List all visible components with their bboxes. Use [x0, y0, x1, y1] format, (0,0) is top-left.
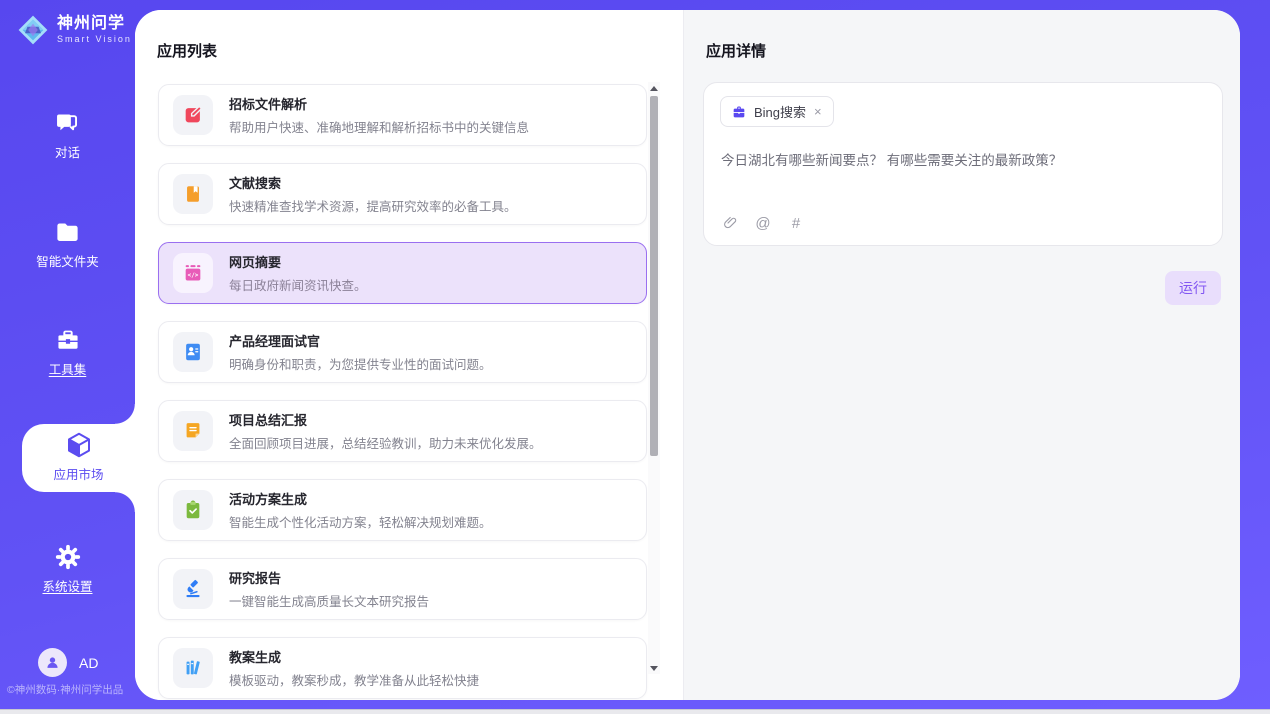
copyright-text: ©神州数码·神州问学出品 — [7, 682, 123, 697]
microscope-icon — [173, 569, 213, 609]
brand-name: 神州问学 — [57, 15, 132, 33]
sidebar-item-settings[interactable]: 系统设置 — [0, 543, 135, 595]
folder-icon — [54, 219, 81, 246]
hash-tag-icon[interactable]: # — [787, 214, 805, 232]
app-card-name: 活动方案生成 — [229, 489, 492, 508]
books-icon — [173, 648, 213, 688]
app-window: 神州问学 Smart Vision 对话 智能文件夹 — [0, 0, 1270, 714]
mention-at-icon[interactable]: @ — [754, 214, 772, 232]
svg-text:</>: </> — [188, 272, 199, 279]
app-card-desc: 帮助用户快速、准确地理解和解析招标书中的关键信息 — [229, 117, 529, 136]
sidebar-item-label: 智能文件夹 — [36, 251, 99, 270]
app-detail-panel: 应用详情 Bing搜索 × 今日湖北有哪些新闻要点？ 有哪些需要关 — [683, 10, 1240, 700]
user-account[interactable]: AD — [38, 648, 98, 677]
interview-document-icon — [173, 332, 213, 372]
chip-close-icon[interactable]: × — [813, 105, 823, 118]
book-icon — [173, 174, 213, 214]
note-icon — [173, 411, 213, 451]
app-card-name: 招标文件解析 — [229, 94, 529, 113]
app-card-name: 项目总结汇报 — [229, 410, 542, 429]
run-button[interactable]: 运行 — [1165, 271, 1221, 305]
query-input-card: Bing搜索 × 今日湖北有哪些新闻要点？ 有哪些需要关注的最新政策？ @ # — [703, 82, 1223, 246]
app-card-name: 网页摘要 — [229, 252, 367, 271]
app-card-name: 文献搜索 — [229, 173, 517, 192]
brand: 神州问学 Smart Vision — [17, 14, 132, 46]
attachment-toolbar: @ # — [721, 214, 805, 232]
sidebar-item-label: 工具集 — [49, 359, 87, 378]
app-card-desc: 快速精准查找学术资源，提高研究效率的必备工具。 — [229, 196, 517, 215]
brand-subtitle: Smart Vision — [57, 35, 132, 45]
app-card-literature-search[interactable]: 文献搜索 快速精准查找学术资源，提高研究效率的必备工具。 — [158, 163, 647, 225]
app-card-research-report[interactable]: 研究报告 一键智能生成高质量长文本研究报告 — [158, 558, 647, 620]
list-scrollbar — [648, 82, 660, 674]
cube-icon — [64, 430, 94, 460]
scrollbar-down-arrow-icon[interactable] — [648, 662, 660, 674]
app-card-list: 招标文件解析 帮助用户快速、准确地理解和解析招标书中的关键信息 文献搜索 快速精… — [158, 84, 647, 699]
app-card-desc: 每日政府新闻资讯快查。 — [229, 275, 367, 294]
main-panel: 应用列表 招标文件解析 帮助用户快速、准确地理解和解析招标书中的关键信息 — [135, 10, 1240, 700]
app-card-bid-analysis[interactable]: 招标文件解析 帮助用户快速、准确地理解和解析招标书中的关键信息 — [158, 84, 647, 146]
paperclip-icon[interactable] — [721, 214, 739, 232]
app-card-desc: 明确身份和职责，为您提供专业性的面试问题。 — [229, 354, 492, 373]
window-bottom-edge — [0, 709, 1270, 714]
app-card-lesson-plan[interactable]: 教案生成 模板驱动，教案秒成，教学准备从此轻松快捷 — [158, 637, 647, 699]
avatar — [38, 648, 67, 677]
gear-icon — [54, 543, 82, 571]
app-list-title: 应用列表 — [157, 40, 217, 61]
app-card-pm-interviewer[interactable]: 产品经理面试官 明确身份和职责，为您提供专业性的面试问题。 — [158, 321, 647, 383]
sidebar-item-smart-folder[interactable]: 智能文件夹 — [0, 219, 135, 270]
sidebar-item-chat[interactable]: 对话 — [0, 110, 135, 161]
app-card-event-plan[interactable]: 活动方案生成 智能生成个性化活动方案，轻松解决规划难题。 — [158, 479, 647, 541]
app-card-web-summary[interactable]: </> 网页摘要 每日政府新闻资讯快查。 — [158, 242, 647, 304]
app-card-desc: 模板驱动，教案秒成，教学准备从此轻松快捷 — [229, 670, 479, 689]
toolbox-icon — [54, 326, 82, 354]
scrollbar-up-arrow-icon[interactable] — [648, 82, 660, 94]
app-card-project-summary[interactable]: 项目总结汇报 全面回顾项目进展，总结经验教训，助力未来优化发展。 — [158, 400, 647, 462]
edit-document-icon — [173, 95, 213, 135]
app-card-desc: 一键智能生成高质量长文本研究报告 — [229, 591, 429, 610]
sidebar-item-toolbox[interactable]: 工具集 — [0, 326, 135, 378]
sidebar-item-label: 系统设置 — [42, 576, 92, 595]
app-detail-title: 应用详情 — [706, 40, 766, 61]
briefcase-icon — [731, 104, 747, 120]
sidebar-item-label: 应用市场 — [53, 464, 103, 483]
scrollbar-thumb[interactable] — [650, 96, 658, 456]
tool-chip-label: Bing搜索 — [754, 102, 806, 121]
brand-diamond-logo-icon — [17, 14, 49, 46]
sidebar-item-app-market[interactable]: 应用市场 — [22, 430, 135, 483]
app-card-desc: 全面回顾项目进展，总结经验教训，助力未来优化发展。 — [229, 433, 542, 452]
query-input[interactable]: 今日湖北有哪些新闻要点？ 有哪些需要关注的最新政策？ — [721, 151, 1206, 171]
app-card-name: 教案生成 — [229, 647, 479, 666]
user-initials: AD — [79, 655, 98, 671]
app-card-name: 研究报告 — [229, 568, 429, 587]
app-card-desc: 智能生成个性化活动方案，轻松解决规划难题。 — [229, 512, 492, 531]
app-list-panel: 应用列表 招标文件解析 帮助用户快速、准确地理解和解析招标书中的关键信息 — [135, 10, 683, 700]
browser-code-icon: </> — [173, 253, 213, 293]
tool-chip-bing-search[interactable]: Bing搜索 × — [720, 96, 834, 127]
sidebar: 神州问学 Smart Vision 对话 智能文件夹 — [0, 0, 135, 714]
sidebar-item-label: 对话 — [55, 142, 80, 161]
chat-icon — [54, 110, 81, 137]
app-card-name: 产品经理面试官 — [229, 331, 492, 350]
clipboard-check-icon — [173, 490, 213, 530]
